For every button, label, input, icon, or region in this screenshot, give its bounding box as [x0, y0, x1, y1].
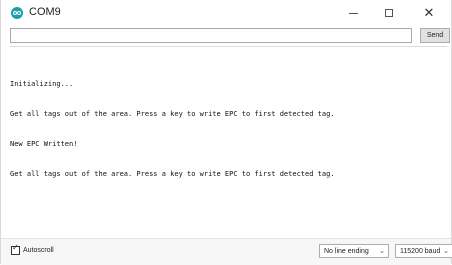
autoscroll-toggle[interactable]: ✓ Autoscroll: [11, 243, 54, 255]
chevron-down-icon: ⌄: [379, 247, 385, 255]
window-title: COM9: [29, 6, 61, 18]
serial-monitor-window: COM9 ✕ Send Initializing... Get all tags…: [0, 0, 452, 265]
minimize-icon: [348, 12, 358, 14]
serial-output[interactable]: Initializing... Get all tags out of the …: [10, 46, 447, 236]
baud-rate-select[interactable]: 115200 baud ⌄: [395, 244, 452, 258]
output-line: Initializing...: [10, 80, 74, 88]
send-button[interactable]: Send: [420, 28, 450, 43]
line-ending-select[interactable]: No line ending ⌄: [319, 244, 389, 258]
close-button[interactable]: ✕: [413, 0, 445, 26]
line-ending-value: No line ending: [324, 247, 369, 255]
chevron-down-icon: ⌄: [443, 247, 449, 255]
maximize-button[interactable]: [373, 0, 405, 26]
minimize-button[interactable]: [337, 0, 369, 26]
output-line: Get all tags out of the area. Press a ke…: [10, 170, 335, 178]
title-bar: COM9 ✕: [1, 0, 451, 26]
output-line: Get all tags out of the area. Press a ke…: [10, 110, 335, 118]
bottom-bar: ✓ Autoscroll No line ending ⌄ 115200 bau…: [1, 238, 452, 265]
autoscroll-label: Autoscroll: [23, 247, 54, 254]
maximize-icon: [385, 9, 393, 17]
baud-rate-value: 115200 baud: [400, 247, 441, 255]
send-row: Send: [10, 28, 450, 43]
output-line: New EPC Written!: [10, 140, 78, 148]
serial-input[interactable]: [10, 28, 412, 43]
autoscroll-checkbox[interactable]: ✓: [11, 243, 20, 255]
output-lines: Initializing... Get all tags out of the …: [10, 59, 335, 199]
close-icon: ✕: [423, 5, 435, 21]
arduino-icon: [11, 7, 23, 19]
checkmark-icon: ✓: [12, 243, 19, 252]
